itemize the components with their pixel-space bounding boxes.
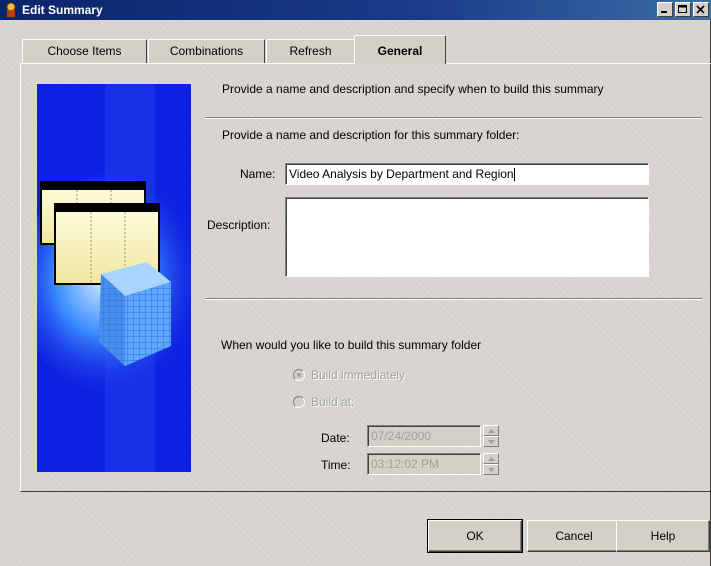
help-button[interactable]: Help [616, 520, 710, 552]
build-at-radio[interactable] [293, 396, 305, 408]
tab-choose-items[interactable]: Choose Items [22, 39, 147, 63]
description-field[interactable] [285, 197, 649, 277]
divider-top [205, 117, 702, 119]
build-question: When would you like to build this summar… [221, 338, 482, 352]
spin-down-icon[interactable] [483, 464, 499, 475]
spin-down-icon[interactable] [483, 436, 499, 447]
ok-button[interactable]: OK [427, 519, 523, 553]
name-field[interactable]: Video Analysis by Department and Region [285, 163, 649, 185]
date-spinner[interactable] [483, 425, 499, 447]
date-field[interactable]: 07/24/2000 [367, 425, 481, 447]
edit-summary-dialog: Edit Summary Choose Items Combinations R… [0, 0, 711, 566]
build-immediately-label: Build immediately [311, 368, 406, 382]
divider-bottom [205, 298, 702, 300]
build-immediately-radio[interactable] [293, 369, 305, 381]
time-label: Time: [321, 458, 351, 472]
time-field[interactable]: 03:12:02 PM [367, 453, 481, 475]
window-controls [657, 2, 709, 17]
intro-text: Provide a name and description and speci… [222, 82, 604, 96]
tab-refresh[interactable]: Refresh [266, 39, 355, 63]
spin-up-icon[interactable] [483, 425, 499, 436]
description-label: Description: [207, 218, 271, 232]
build-at-label: Build at: [311, 395, 355, 409]
tab-general[interactable]: General [354, 35, 446, 64]
summary-folder-illustration [37, 84, 191, 472]
title-bar[interactable]: Edit Summary [0, 0, 711, 20]
cancel-button[interactable]: Cancel [527, 520, 621, 552]
wizard-icon [3, 2, 19, 18]
general-tab-panel: Provide a name and description and speci… [20, 63, 711, 492]
tab-combinations[interactable]: Combinations [148, 39, 265, 63]
close-icon[interactable] [693, 2, 709, 17]
window-title: Edit Summary [22, 3, 103, 17]
date-label: Date: [321, 431, 350, 445]
maximize-icon[interactable] [675, 2, 691, 17]
name-label: Name: [240, 167, 276, 181]
minimize-icon[interactable] [657, 2, 673, 17]
spin-up-icon[interactable] [483, 453, 499, 464]
section-label: Provide a name and description for this … [222, 128, 520, 142]
time-spinner[interactable] [483, 453, 499, 475]
